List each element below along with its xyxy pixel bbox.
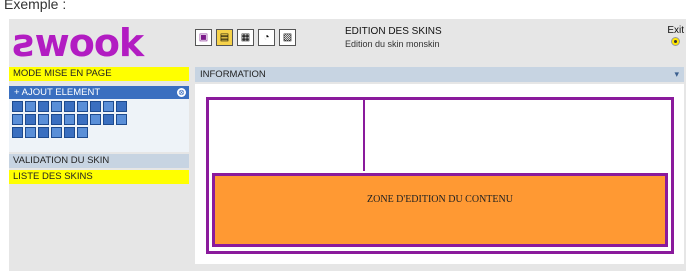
element-icon[interactable]	[12, 127, 23, 138]
toolbar: ▣ ▤ ▦ ◔ ▧	[195, 29, 296, 46]
edit-icon[interactable]: ▧	[279, 29, 296, 46]
element-icon[interactable]	[103, 101, 114, 112]
help-icon[interactable]: ◔	[258, 29, 275, 46]
sidebar-item-mode-mise-en-page[interactable]: MODE MISE EN PAGE	[9, 67, 189, 81]
caption-text: Exemple :	[4, 0, 67, 12]
palette-row	[12, 127, 186, 138]
help-glyph: ◔	[263, 32, 270, 43]
element-icon[interactable]	[116, 114, 127, 125]
content-edit-zone[interactable]: ZONE D'EDITION DU CONTENU	[212, 173, 668, 247]
layout-cell-top-left[interactable]	[209, 100, 365, 171]
page-subtitle: Edition du skin monskin	[345, 39, 440, 49]
element-icon[interactable]	[38, 127, 49, 138]
layout-icon[interactable]: ▣	[195, 29, 212, 46]
element-icon[interactable]	[38, 101, 49, 112]
element-icon[interactable]	[51, 127, 62, 138]
element-icon[interactable]	[90, 114, 101, 125]
close-icon[interactable]: ⊗	[177, 88, 186, 97]
document-icon[interactable]: ▦	[237, 29, 254, 46]
element-icon[interactable]	[51, 101, 62, 112]
sidebar-item-validation[interactable]: VALIDATION DU SKIN	[9, 154, 189, 168]
element-icon[interactable]	[64, 101, 75, 112]
palette-row	[12, 114, 186, 125]
ajout-element-header[interactable]: + AJOUT ELEMENT ⊗	[9, 86, 189, 99]
page-title: EDITION DES SKINS	[345, 26, 442, 37]
exit-icon	[671, 37, 681, 46]
palette-row	[12, 101, 186, 112]
element-icon[interactable]	[25, 114, 36, 125]
element-icon[interactable]	[12, 101, 23, 112]
sidebar: MODE MISE EN PAGE + AJOUT ELEMENT ⊗ VALI…	[9, 67, 189, 184]
layout-glyph: ▣	[198, 32, 209, 43]
element-icon[interactable]	[12, 114, 23, 125]
information-label: INFORMATION	[200, 69, 266, 80]
layout-canvas: ZONE D'EDITION DU CONTENU	[195, 84, 684, 264]
ajout-element-label: + AJOUT ELEMENT	[14, 87, 101, 98]
element-palette	[9, 99, 189, 152]
zwook-logo[interactable]: ƨwook	[13, 23, 144, 63]
sidebar-item-liste-des-skins[interactable]: LISTE DES SKINS	[9, 170, 189, 184]
header-titles: EDITION DES SKINS Edition du skin monski…	[345, 26, 442, 50]
content-zone-label: ZONE D'EDITION DU CONTENU	[367, 193, 513, 205]
element-icon[interactable]	[77, 101, 88, 112]
folder-glyph: ▤	[219, 32, 230, 43]
element-icon[interactable]	[103, 114, 114, 125]
element-icon[interactable]	[64, 114, 75, 125]
exit-button[interactable]: Exit	[667, 25, 684, 46]
skin-layout-frame: ZONE D'EDITION DU CONTENU	[206, 97, 674, 254]
skin-editor-app: ƨwook ▣ ▤ ▦ ◔ ▧ EDITION DES SKINS Editio…	[9, 19, 686, 271]
edit-glyph: ▧	[282, 32, 293, 43]
information-bar[interactable]: INFORMATION ▾	[195, 67, 684, 82]
element-icon[interactable]	[64, 127, 75, 138]
folder-icon[interactable]: ▤	[216, 29, 233, 46]
element-icon[interactable]	[25, 127, 36, 138]
document-glyph: ▦	[240, 32, 251, 43]
exit-label: Exit	[667, 25, 684, 36]
element-icon[interactable]	[51, 114, 62, 125]
element-icon[interactable]	[38, 114, 49, 125]
element-icon[interactable]	[116, 101, 127, 112]
element-icon[interactable]	[77, 127, 88, 138]
chevron-down-icon[interactable]: ▾	[674, 67, 679, 82]
element-icon[interactable]	[25, 101, 36, 112]
element-icon[interactable]	[77, 114, 88, 125]
element-icon[interactable]	[90, 101, 101, 112]
